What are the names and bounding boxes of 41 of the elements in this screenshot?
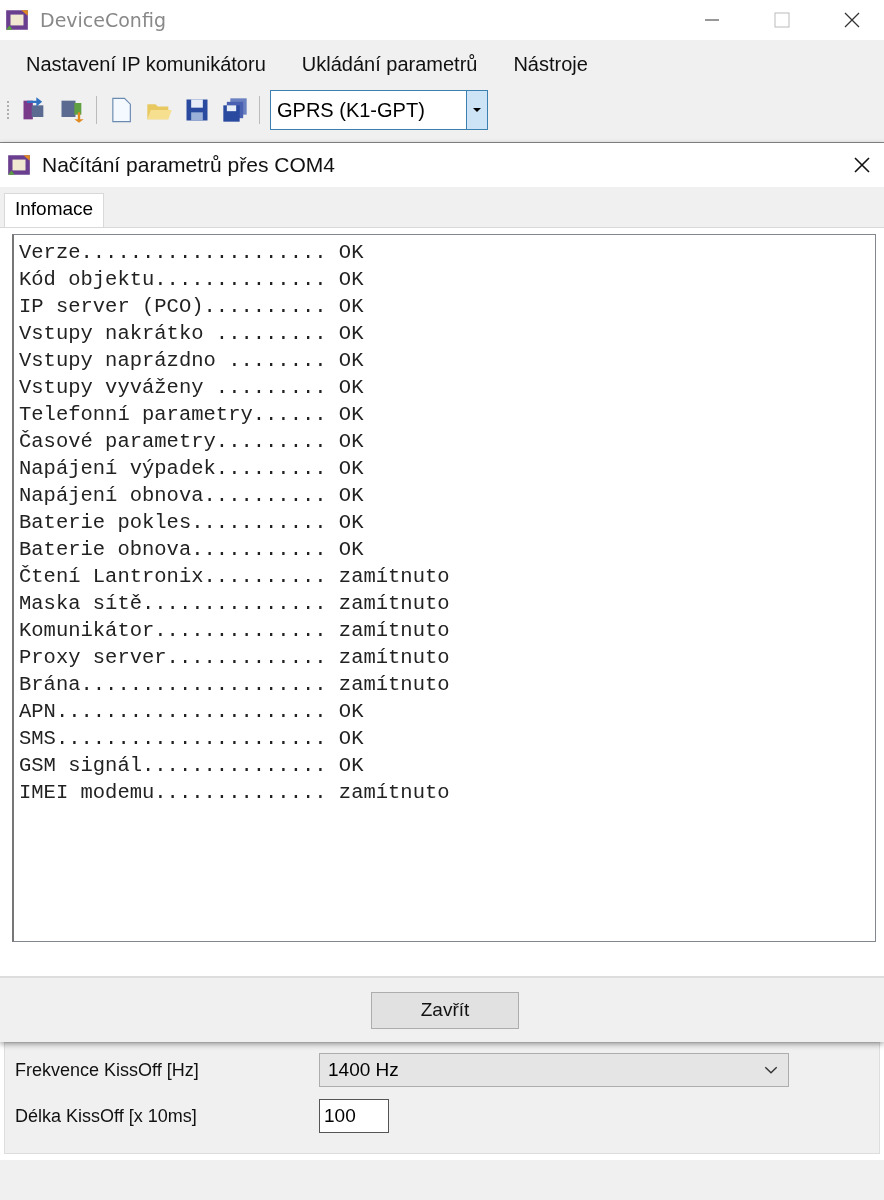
frequency-dropdown[interactable]: 1400 Hz bbox=[319, 1053, 789, 1087]
grip-icon bbox=[6, 98, 10, 122]
close-button[interactable]: Zavřít bbox=[371, 991, 519, 1029]
log-line: Napájení obnova.......... OK bbox=[19, 483, 365, 509]
length-field[interactable]: 100 bbox=[319, 1099, 389, 1133]
app-icon bbox=[4, 7, 30, 33]
setting-label: Délka KissOff [x 10ms] bbox=[15, 1105, 198, 1127]
app-icon bbox=[6, 152, 32, 178]
log-line: Vstupy naprázdno ........ OK bbox=[19, 348, 365, 374]
log-line: IMEI modemu.............. zamítnuto bbox=[19, 780, 451, 806]
save-all-icon[interactable] bbox=[221, 96, 249, 124]
log-line: Vstupy vyváženy ......... OK bbox=[19, 375, 365, 401]
tab[interactable]: Infomace bbox=[4, 193, 105, 227]
menu-item[interactable]: Nastavení IP komunikátoru bbox=[14, 46, 278, 82]
log-line: GSM signál............... OK bbox=[19, 753, 365, 779]
log-line: IP server (PCO).......... OK bbox=[19, 294, 365, 320]
log-line: Baterie pokles........... OK bbox=[19, 510, 365, 536]
log-line: Komunikátor.............. zamítnuto bbox=[19, 618, 451, 644]
mode-dropdown[interactable]: GPRS (K1-GPT) bbox=[270, 90, 488, 130]
log-line: SMS...................... OK bbox=[19, 726, 365, 752]
log-line: Verze.................... OK bbox=[19, 240, 365, 266]
log-line: Čtení Lantronix.......... zamítnuto bbox=[19, 564, 451, 590]
log-line: Baterie obnova........... OK bbox=[19, 537, 365, 563]
chevron-icon bbox=[764, 1066, 778, 1074]
log-line: Kód objektu.............. OK bbox=[19, 267, 365, 293]
log-line: Časové parametry......... OK bbox=[19, 429, 365, 455]
menu-item[interactable]: Nástroje bbox=[501, 46, 600, 82]
log-line: APN...................... OK bbox=[19, 699, 365, 725]
log-line: Maska sítě............... zamítnuto bbox=[19, 591, 451, 617]
log-line: Brána.................... zamítnuto bbox=[19, 672, 451, 698]
log-line: Telefonní parametry...... OK bbox=[19, 402, 365, 428]
setting-label: Frekvence KissOff [Hz] bbox=[15, 1059, 200, 1081]
close-icon[interactable] bbox=[842, 10, 862, 30]
log-line: Proxy server............. zamítnuto bbox=[19, 645, 451, 671]
log-line: Vstupy nakrátko ......... OK bbox=[19, 321, 365, 347]
dialog-title: Načítání parametrů přes COM4 bbox=[42, 153, 335, 177]
close-icon[interactable] bbox=[852, 155, 872, 175]
caret-icon bbox=[473, 108, 481, 112]
menu-item[interactable]: Ukládání parametrů bbox=[289, 46, 490, 82]
window-title: DeviceConfig bbox=[40, 9, 166, 31]
log-line: Napájení výpadek......... OK bbox=[19, 456, 365, 482]
